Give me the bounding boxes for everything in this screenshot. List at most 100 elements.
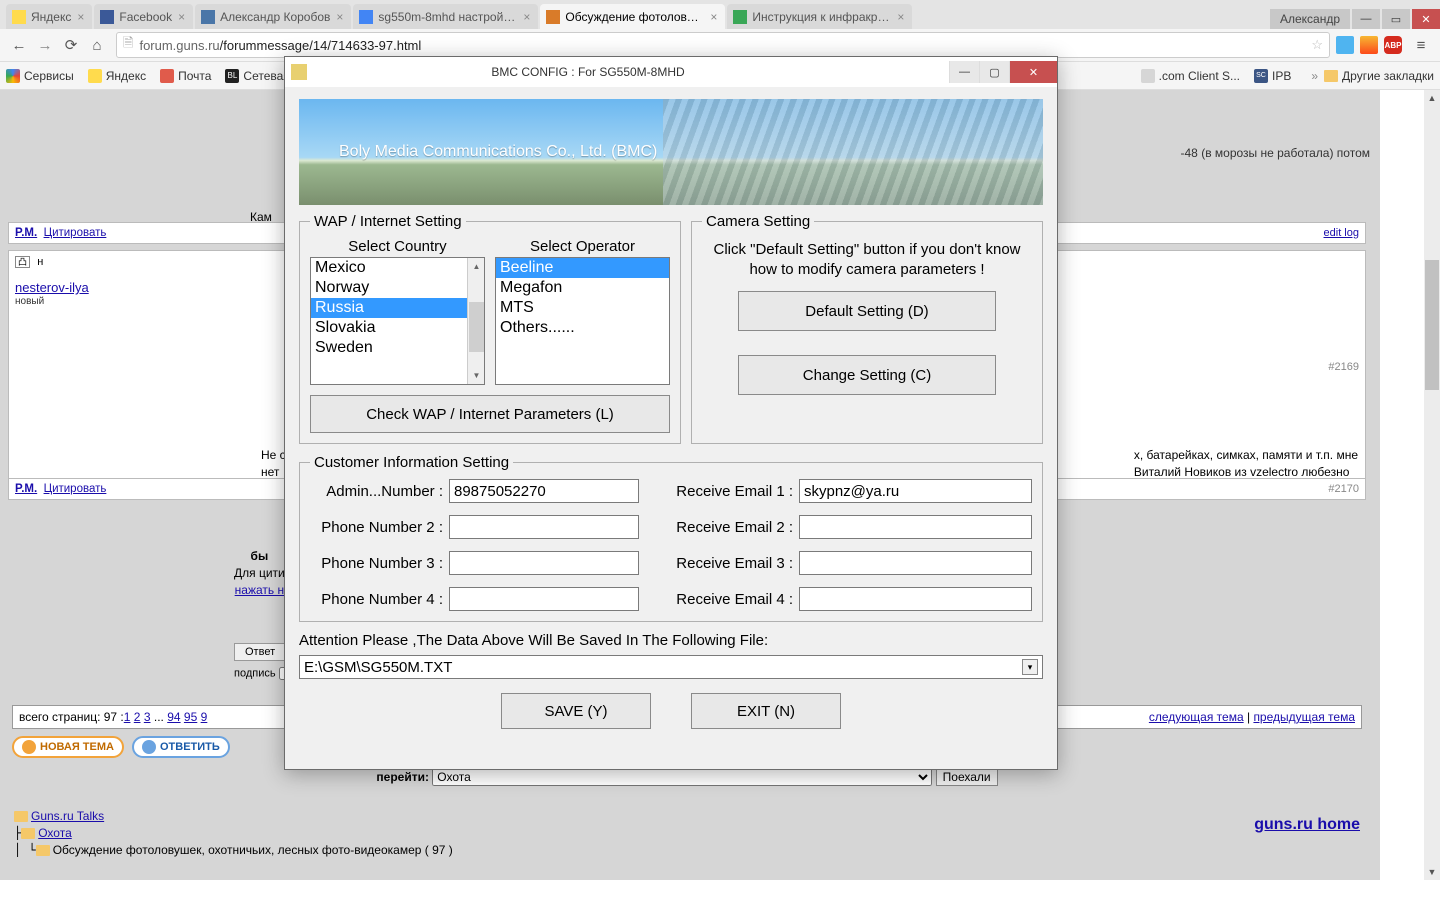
quote-hint: быДля цитинажать н bbox=[234, 548, 285, 598]
close-icon[interactable]: × bbox=[77, 10, 84, 24]
window-maximize[interactable]: ▭ bbox=[1382, 9, 1410, 29]
home-link-wrap: guns.ru home bbox=[1254, 816, 1360, 834]
extension-icon[interactable] bbox=[1336, 36, 1354, 54]
close-icon[interactable]: × bbox=[523, 10, 530, 24]
go-button[interactable]: Поехали bbox=[936, 768, 998, 786]
tree-link[interactable]: Guns.ru Talks bbox=[31, 809, 104, 823]
country-list[interactable]: Mexico Norway Russia Slovakia Sweden ▲▼ bbox=[310, 257, 485, 385]
next-topic-link[interactable]: следующая тема bbox=[1149, 710, 1244, 724]
tree-icon[interactable]: 凸 bbox=[15, 256, 30, 268]
exit-button[interactable]: EXIT (N) bbox=[691, 693, 841, 729]
close-icon[interactable]: × bbox=[710, 10, 717, 24]
email1-input[interactable] bbox=[799, 479, 1032, 503]
admin-number-input[interactable] bbox=[449, 479, 639, 503]
email4-input[interactable] bbox=[799, 587, 1032, 611]
menu-icon[interactable]: ≡ bbox=[1408, 32, 1434, 58]
pm-link[interactable]: P.M. bbox=[15, 227, 37, 239]
list-item[interactable]: Megafon bbox=[496, 278, 669, 298]
scroll-up-icon[interactable]: ▲ bbox=[1424, 90, 1440, 106]
app-titlebar[interactable]: BMC CONFIG : For SG550M-8MHD — ▢ ✕ bbox=[285, 57, 1057, 87]
adblock-icon[interactable]: ABP bbox=[1384, 36, 1402, 54]
scroll-down-icon[interactable]: ▼ bbox=[1424, 864, 1440, 880]
check-wap-button[interactable]: Check WAP / Internet Parameters (L) bbox=[310, 395, 670, 433]
operator-list[interactable]: Beeline Megafon MTS Others...... bbox=[495, 257, 670, 385]
email3-input[interactable] bbox=[799, 551, 1032, 575]
change-setting-button[interactable]: Change Setting (C) bbox=[738, 355, 996, 395]
edit-log-link[interactable]: edit log bbox=[1324, 227, 1359, 239]
close-icon[interactable]: × bbox=[336, 10, 343, 24]
page-link[interactable]: 2 bbox=[134, 710, 141, 724]
phone2-label: Phone Number 2 : bbox=[310, 519, 445, 536]
tab-yandex[interactable]: Яндекс× bbox=[6, 4, 92, 29]
path-combobox[interactable]: E:\GSM\SG550M.TXT ▾ bbox=[299, 655, 1043, 679]
extension-icon[interactable] bbox=[1360, 36, 1378, 54]
home-link[interactable]: guns.ru home bbox=[1254, 816, 1360, 833]
close-icon[interactable]: × bbox=[897, 10, 904, 24]
scrollbar-thumb[interactable] bbox=[1425, 260, 1439, 390]
other-bookmarks[interactable]: Другие закладки bbox=[1324, 69, 1434, 83]
list-item-selected[interactable]: Russia bbox=[311, 298, 484, 318]
home-button[interactable]: ⌂ bbox=[84, 32, 110, 58]
page-link[interactable]: 95 bbox=[184, 710, 197, 724]
list-item[interactable]: Others...... bbox=[496, 318, 669, 338]
window-close[interactable]: ✕ bbox=[1412, 9, 1440, 29]
list-item-selected[interactable]: Beeline bbox=[496, 258, 669, 278]
page-link[interactable]: 94 bbox=[167, 710, 180, 724]
tab-facebook[interactable]: Facebook× bbox=[94, 4, 193, 29]
page-link[interactable]: 1 bbox=[124, 710, 131, 724]
quote-link[interactable]: Цитировать bbox=[44, 227, 107, 239]
quote-link[interactable]: Цитировать bbox=[44, 483, 107, 495]
list-item[interactable]: MTS bbox=[496, 298, 669, 318]
page-scrollbar[interactable]: ▲ ▼ bbox=[1424, 90, 1440, 880]
bookmark-item[interactable]: Яндекс bbox=[88, 69, 146, 83]
customer-legend: Customer Information Setting bbox=[310, 454, 513, 471]
window-minimize[interactable]: — bbox=[1352, 9, 1380, 29]
folder-icon bbox=[36, 845, 50, 856]
tab-vk[interactable]: Александр Коробов× bbox=[195, 4, 351, 29]
page-link[interactable]: 9 bbox=[201, 710, 208, 724]
overflow-icon[interactable]: » bbox=[1311, 69, 1318, 83]
close-icon[interactable]: × bbox=[178, 10, 185, 24]
address-bar[interactable]: 🗎 forum.guns.ru/forummessage/14/714633-9… bbox=[116, 32, 1330, 58]
new-topic-button[interactable]: НОВАЯ ТЕМА bbox=[12, 736, 124, 758]
bookmark-item[interactable]: Почта bbox=[160, 69, 211, 83]
save-button[interactable]: SAVE (Y) bbox=[501, 693, 651, 729]
folder-icon bbox=[1324, 70, 1338, 82]
default-setting-button[interactable]: Default Setting (D) bbox=[738, 291, 996, 331]
list-scrollbar[interactable]: ▲▼ bbox=[467, 258, 484, 384]
chrome-user-badge[interactable]: Александр bbox=[1270, 9, 1350, 29]
email2-input[interactable] bbox=[799, 515, 1032, 539]
prev-topic-link[interactable]: предыдущая тема bbox=[1253, 710, 1355, 724]
tab-forum-active[interactable]: Обсуждение фотоловуш…× bbox=[540, 4, 725, 29]
tab-google[interactable]: sg550m-8mhd настройка…× bbox=[353, 4, 538, 29]
app-close[interactable]: ✕ bbox=[1009, 61, 1057, 83]
quote-hint-link[interactable]: нажать н bbox=[235, 583, 284, 597]
app-minimize[interactable]: — bbox=[949, 61, 979, 83]
bookmark-item[interactable]: SCIPB bbox=[1254, 69, 1291, 83]
goto-label: перейти: bbox=[376, 770, 429, 784]
reply-button[interactable]: Ответ bbox=[234, 643, 286, 661]
tree-link[interactable]: Охота bbox=[38, 826, 72, 840]
phone2-input[interactable] bbox=[449, 515, 639, 539]
phone3-input[interactable] bbox=[449, 551, 639, 575]
apps-button[interactable]: Сервисы bbox=[6, 69, 74, 83]
forum-select[interactable]: Охота bbox=[432, 768, 932, 786]
list-item[interactable]: Norway bbox=[311, 278, 484, 298]
answer-button[interactable]: ОТВЕТИТЬ bbox=[132, 736, 230, 758]
username-link[interactable]: nesterov-ilya bbox=[15, 280, 89, 295]
list-item[interactable]: Mexico bbox=[311, 258, 484, 278]
list-item[interactable]: Slovakia bbox=[311, 318, 484, 338]
pm-link[interactable]: P.M. bbox=[15, 483, 37, 495]
tab-manual[interactable]: Инструкция к инфракрас…× bbox=[727, 4, 912, 29]
page-link[interactable]: 3 bbox=[144, 710, 151, 724]
chevron-down-icon[interactable]: ▾ bbox=[1022, 659, 1038, 675]
app-banner: Boly Media Communications Co., Ltd. (BMC… bbox=[299, 99, 1043, 205]
app-maximize[interactable]: ▢ bbox=[979, 61, 1009, 83]
user-rank: новый bbox=[15, 296, 44, 307]
bookmark-star-icon[interactable]: ☆ bbox=[1311, 37, 1323, 53]
phone4-input[interactable] bbox=[449, 587, 639, 611]
reload-button[interactable]: ⟳ bbox=[58, 32, 84, 58]
back-button[interactable]: ← bbox=[6, 32, 32, 58]
list-item[interactable]: Sweden bbox=[311, 338, 484, 358]
bookmark-item[interactable]: .com Client S... bbox=[1141, 69, 1240, 83]
